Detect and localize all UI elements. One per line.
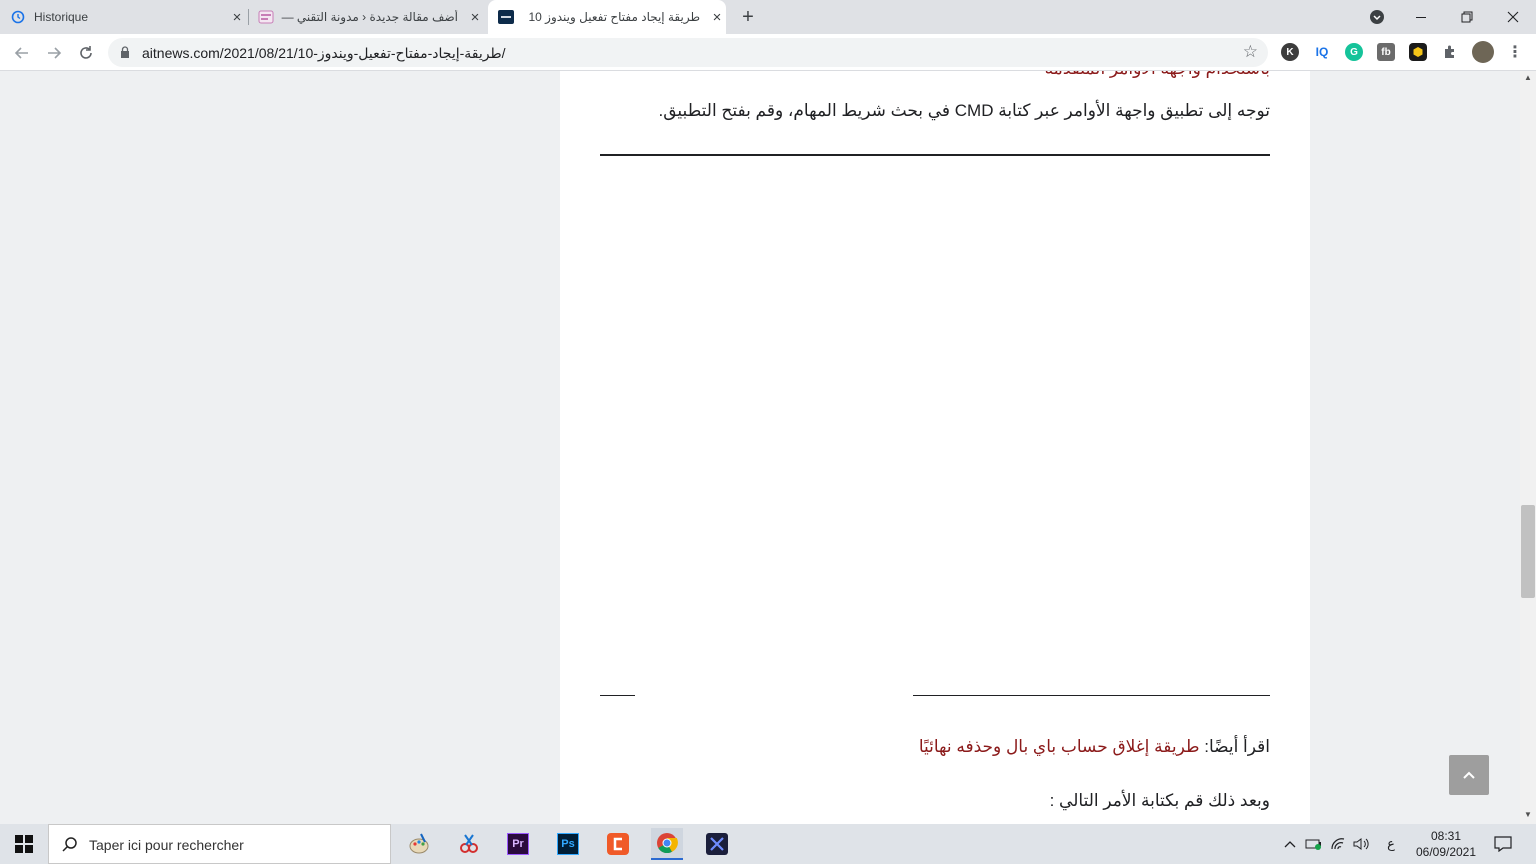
close-tab-icon[interactable]: × (708, 8, 726, 26)
reload-icon (80, 46, 92, 59)
tab-title: أضف مقالة جديدة ‹ مدونة التقني — (281, 10, 458, 24)
camtasia-icon[interactable] (602, 828, 634, 860)
battery-icon[interactable] (1304, 824, 1324, 864)
more-menu-icon[interactable]: ⋮ (1506, 43, 1524, 61)
forward-button[interactable] (42, 41, 66, 65)
close-window-button[interactable] (1490, 0, 1536, 34)
premiere-label: Pr (507, 833, 529, 855)
extension-fb-icon[interactable]: fb (1377, 43, 1395, 61)
tab-search-button[interactable] (1354, 0, 1400, 34)
search-icon (61, 836, 79, 859)
clock-date: 06/09/2021 (1415, 845, 1477, 859)
photoshop-label: Ps (557, 833, 579, 855)
divider-line (600, 695, 635, 696)
extension-k-icon[interactable]: K (1281, 43, 1299, 61)
minimize-icon (1416, 17, 1426, 18)
restore-button[interactable] (1444, 0, 1490, 34)
tab-title: Historique (34, 10, 89, 24)
close-icon (1507, 11, 1519, 23)
scroll-to-top-button[interactable] (1449, 755, 1489, 795)
premiere-pro-icon[interactable]: Pr (502, 828, 534, 860)
arrow-right-icon (48, 47, 62, 59)
show-hidden-icons[interactable] (1280, 824, 1300, 864)
x-app-icon[interactable] (701, 828, 733, 860)
reload-button[interactable] (74, 41, 98, 65)
chevron-up-icon (1463, 771, 1475, 779)
browser-toolbar: aitnews.com/2021/08/21/10-طريقة-إيجاد-مف… (0, 34, 1536, 71)
arrow-left-icon (14, 47, 28, 59)
browser-window: Historique × أضف مقالة جديدة ‹ مدونة الت… (0, 0, 1536, 824)
close-tab-icon[interactable]: × (228, 8, 246, 26)
chevron-up-icon (1284, 841, 1296, 848)
command-paragraph: وبعد ذلك قم بكتابة الأمر التالي : (1049, 791, 1270, 810)
scrollbar-thumb[interactable] (1521, 505, 1535, 598)
extensions-puzzle-icon[interactable] (1441, 43, 1459, 61)
snipping-tool-icon[interactable] (453, 828, 485, 860)
instruction-paragraph: توجه إلى تطبيق واجهة الأوامر عبر كتابة C… (658, 101, 1270, 120)
scroll-down-arrow[interactable]: ▼ (1520, 810, 1536, 822)
wifi-icon[interactable] (1328, 824, 1348, 864)
tab-new-post[interactable]: أضف مقالة جديدة ‹ مدونة التقني — × (252, 0, 484, 34)
photoshop-icon[interactable]: Ps (552, 828, 584, 860)
section-heading-cut[interactable]: باستخدام واجهة الأوامر المتقدمة (1045, 71, 1270, 79)
extension-cube-icon[interactable] (1409, 43, 1427, 61)
tab-history[interactable]: Historique × (10, 0, 246, 34)
tab-separator (248, 9, 249, 25)
tab-title: طريقة إيجاد مفتاح تفعيل ويندوز 10 (528, 10, 700, 24)
url-text: aitnews.com/2021/08/21/10-طريقة-إيجاد-مف… (142, 45, 506, 61)
taskbar-search-box[interactable]: Taper ici pour rechercher (48, 824, 391, 864)
aitnews-favicon (498, 9, 514, 25)
tab-active-article[interactable]: طريقة إيجاد مفتاح تفعيل ويندوز 10 × (488, 0, 726, 34)
start-button[interactable] (0, 824, 48, 864)
chrome-icon[interactable] (651, 828, 683, 860)
divider-line (913, 695, 1270, 696)
address-bar[interactable]: aitnews.com/2021/08/21/10-طريقة-إيجاد-مف… (108, 38, 1268, 67)
profile-avatar[interactable] (1472, 41, 1494, 63)
extension-iq-icon[interactable]: IQ (1313, 43, 1331, 61)
read-also-link[interactable]: طريقة إغلاق حساب باي بال وحذفه نهائيًا (919, 737, 1200, 756)
restore-icon (1461, 11, 1473, 23)
new-tab-button[interactable]: + (737, 6, 759, 28)
clock-time: 08:31 (1430, 829, 1462, 843)
windows-taskbar: Taper ici pour rechercher Pr Ps ع 08:31 … (0, 824, 1536, 864)
system-clock[interactable]: 08:31 06/09/2021 (1410, 828, 1482, 860)
close-tab-icon[interactable]: × (466, 8, 484, 26)
history-icon (10, 9, 26, 25)
back-button[interactable] (10, 41, 34, 65)
search-placeholder: Taper ici pour rechercher (89, 837, 244, 853)
vertical-scrollbar[interactable]: ▲ ▼ (1520, 71, 1536, 824)
chevron-down-circle-icon (1370, 10, 1384, 24)
volume-icon[interactable] (1352, 824, 1372, 864)
tab-strip: Historique × أضف مقالة جديدة ‹ مدونة الت… (0, 0, 1536, 34)
input-language-indicator[interactable]: ع (1382, 824, 1400, 864)
paint-icon[interactable] (403, 828, 435, 860)
read-also: اقرأ أيضًا: طريقة إغلاق حساب باي بال وحذ… (919, 737, 1270, 757)
divider-line (600, 154, 1270, 156)
notification-center-icon[interactable] (1490, 824, 1516, 864)
windows-logo-icon (15, 835, 33, 853)
minimize-button[interactable] (1398, 0, 1444, 34)
read-also-label: اقرأ أيضًا: (1204, 737, 1270, 756)
page-viewport: باستخدام واجهة الأوامر المتقدمة توجه إلى… (0, 71, 1520, 824)
lock-icon (121, 46, 129, 58)
bookmark-star-icon[interactable]: ☆ (1243, 42, 1258, 62)
article-content: باستخدام واجهة الأوامر المتقدمة توجه إلى… (560, 71, 1310, 824)
grammarly-icon[interactable]: G (1345, 43, 1363, 61)
aitnews-blog-favicon (258, 9, 274, 25)
scroll-up-arrow[interactable]: ▲ (1520, 73, 1536, 85)
